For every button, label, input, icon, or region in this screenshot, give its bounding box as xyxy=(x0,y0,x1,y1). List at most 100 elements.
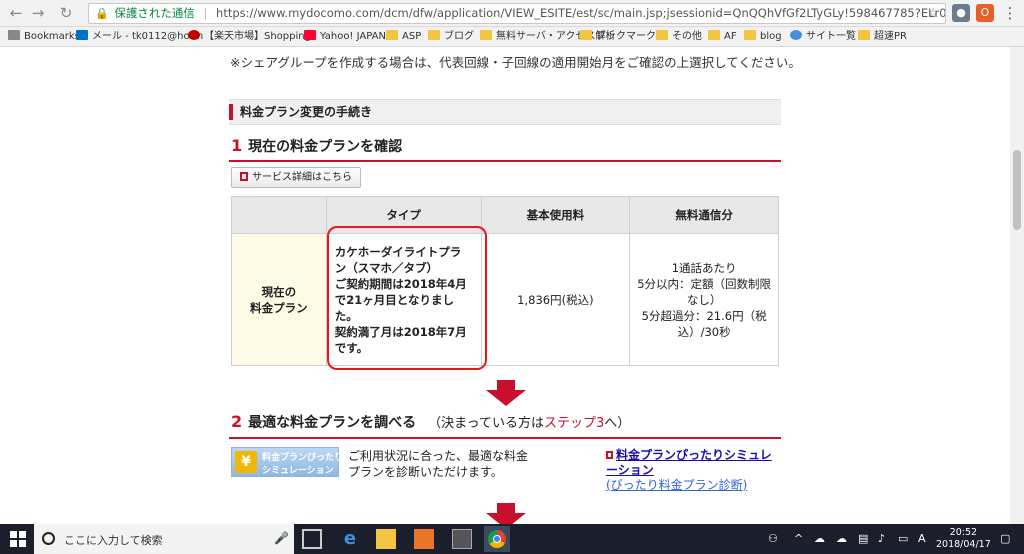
edge-icon[interactable]: e xyxy=(340,529,360,549)
button-label: サービス詳細はこちら xyxy=(252,172,352,183)
free-calls-cell: 1通話あたり 5分以内：定額（回数制限 なし） 5分超過分：21.6円（税 込）… xyxy=(629,233,779,366)
address-bar[interactable]: 🔒 保護された通信 | https://www.mydocomo.com/dcm… xyxy=(88,3,946,24)
chevron-up-icon[interactable]: ^ xyxy=(794,532,803,545)
aside-text: （決まっている方は xyxy=(428,416,544,431)
windows-start-icon[interactable] xyxy=(10,531,26,547)
notification-icon[interactable]: ▢ xyxy=(1000,532,1010,545)
step-aside: （決まっている方はステップ3へ） xyxy=(428,416,630,431)
window-icon xyxy=(240,172,248,181)
chrome-taskbar-item[interactable] xyxy=(484,526,510,552)
page-content: ※シェアグループを作成する場合は、代表回線・子回線の適用開始月をご確認の上選択し… xyxy=(0,47,1010,524)
step-1-heading: 1 現在の料金プランを確認 xyxy=(231,136,402,156)
free-line: 1通話あたり xyxy=(671,260,737,275)
bookmark-other[interactable]: その他 xyxy=(656,30,702,44)
bookmark-label: サイト一覧 xyxy=(806,31,856,42)
scroll-thumb[interactable] xyxy=(1013,150,1021,230)
extension-icon[interactable]: ● xyxy=(952,4,970,22)
menu-icon[interactable]: ⋮ xyxy=(1000,3,1020,23)
forward-icon[interactable]: → xyxy=(28,3,48,23)
divider xyxy=(229,160,781,162)
simulation-link-sub[interactable]: (ぴったり料金プラン診断) xyxy=(606,478,747,492)
divider: | xyxy=(203,6,208,20)
bookmark-label: 超速PR xyxy=(874,31,907,42)
highlight-annotation xyxy=(327,226,487,370)
file-explorer-icon[interactable] xyxy=(376,529,396,549)
bookmark-af[interactable]: AF xyxy=(708,30,737,44)
step3-link[interactable]: ステップ3 xyxy=(544,416,604,431)
bookmark-mail[interactable]: メール - tk0112@hotm xyxy=(76,30,203,44)
table-row: 現在の 料金プラン カケホーダイライトプラ ン（スマホ／タブ） ご契約期間は20… xyxy=(231,233,779,366)
star-icon[interactable]: ☆ xyxy=(927,4,939,23)
simulation-description: ご利用状況に合った、最適な料金プランを診断いただけます。 xyxy=(348,449,529,479)
reload-icon[interactable]: ↻ xyxy=(56,3,76,23)
bookmarks-apps[interactable]: Bookmarks xyxy=(8,30,80,44)
keyboard-icon[interactable]: ▭ xyxy=(898,532,908,545)
step-title: 現在の料金プランを確認 xyxy=(248,139,403,155)
current-plan-label: 現在の 料金プラン xyxy=(231,233,327,366)
free-line: 5分以内：定額（回数制限 xyxy=(637,276,772,291)
window-icon xyxy=(606,451,613,459)
folder-icon xyxy=(858,30,870,40)
ime-icon[interactable]: A xyxy=(918,532,926,545)
task-view-icon[interactable] xyxy=(302,529,322,549)
simulation-link-main[interactable]: 料金プランぴったりシミュレーション xyxy=(606,448,772,477)
network-icon[interactable]: ▤ xyxy=(858,532,868,545)
folder-icon xyxy=(428,30,440,40)
bookmark-asp[interactable]: ASP xyxy=(386,30,421,44)
bookmark-label: Bookmarks xyxy=(24,31,80,42)
folder-icon xyxy=(386,30,398,40)
microphone-icon[interactable]: 🎤 xyxy=(274,531,289,545)
bookmark-rakuten[interactable]: 【楽天市場】Shopping xyxy=(188,30,311,44)
bookmark-sitelist[interactable]: サイト一覧 xyxy=(790,30,856,44)
folder-icon xyxy=(580,30,592,40)
bookmark-bookmark[interactable]: ブックマーク xyxy=(580,30,656,44)
simulation-link[interactable]: 料金プランぴったりシミュレーション (ぴったり料金プラン診断) xyxy=(606,448,776,493)
bookmark-label: ブックマーク xyxy=(596,31,656,42)
scrollbar[interactable] xyxy=(1010,47,1024,524)
yen-icon: ¥ xyxy=(235,451,257,473)
sim-button-line2: シミュレーション xyxy=(262,466,334,476)
bookmark-label: 【楽天市場】Shopping xyxy=(204,31,311,42)
bookmark-blog[interactable]: blog xyxy=(744,30,782,44)
chrome-icon-center xyxy=(493,535,501,543)
aside-text: へ） xyxy=(604,416,631,431)
bookmark-label: メール - tk0112@hotm xyxy=(92,31,204,42)
onedrive-icon[interactable]: ☁ xyxy=(836,532,847,545)
row-head-line: 現在の xyxy=(261,284,297,299)
bookmarks-bar: Bookmarks メール - tk0112@hotm 【楽天市場】Shoppi… xyxy=(0,27,1024,47)
people-icon[interactable]: ⚇ xyxy=(768,532,778,545)
outlook-icon xyxy=(76,30,88,40)
cloud-icon[interactable]: ☁ xyxy=(814,532,825,545)
office-icon[interactable]: O xyxy=(976,4,994,22)
table-header-fee: 基本使用料 xyxy=(480,196,631,234)
volume-icon[interactable]: ♪ xyxy=(878,532,885,545)
table-header-empty xyxy=(231,196,327,234)
star-icon xyxy=(8,30,20,40)
share-group-note: ※シェアグループを作成する場合は、代表回線・子回線の適用開始月をご確認の上選択し… xyxy=(230,55,801,70)
browser-toolbar: ← → ↻ 🔒 保護された通信 | https://www.mydocomo.c… xyxy=(0,0,1024,27)
taskbar-search[interactable]: ここに入力して検索 🎤 xyxy=(34,524,294,554)
row-head-line: 料金プラン xyxy=(250,300,308,315)
bookmark-label: その他 xyxy=(672,31,702,42)
table-header-free: 無料通信分 xyxy=(629,196,779,234)
clock-time: 20:52 xyxy=(949,527,978,538)
bookmark-yahoo[interactable]: Yahoo! JAPAN xyxy=(304,30,386,44)
calculator-icon[interactable] xyxy=(452,529,472,549)
step-number: 1 xyxy=(231,136,243,155)
sim-button-line1: 料金プランぴったり xyxy=(262,453,344,463)
secure-label: 保護された通信 xyxy=(114,6,195,20)
folder-icon xyxy=(480,30,492,40)
bookmark-label: ASP xyxy=(402,31,422,42)
bookmark-blog-jp[interactable]: ブログ xyxy=(428,30,474,44)
bookmark-pr[interactable]: 超速PR xyxy=(858,30,907,44)
media-player-icon[interactable] xyxy=(414,529,434,549)
basic-fee-cell: 1,836円(税込) xyxy=(480,233,631,366)
table-header-row: タイプ 基本使用料 無料通信分 xyxy=(231,196,779,234)
arrow-stem xyxy=(497,380,515,390)
service-details-button[interactable]: サービス詳細はこちら xyxy=(231,167,361,188)
plan-table: タイプ 基本使用料 無料通信分 現在の 料金プラン カケホーダイライトプラ ン（… xyxy=(231,196,779,366)
simulation-button[interactable]: ¥ 料金プランぴったり シミュレーション xyxy=(231,447,343,477)
back-icon[interactable]: ← xyxy=(6,3,26,23)
system-clock[interactable]: 20:52 2018/04/17 xyxy=(936,527,991,551)
bookmark-label: blog xyxy=(760,31,782,42)
